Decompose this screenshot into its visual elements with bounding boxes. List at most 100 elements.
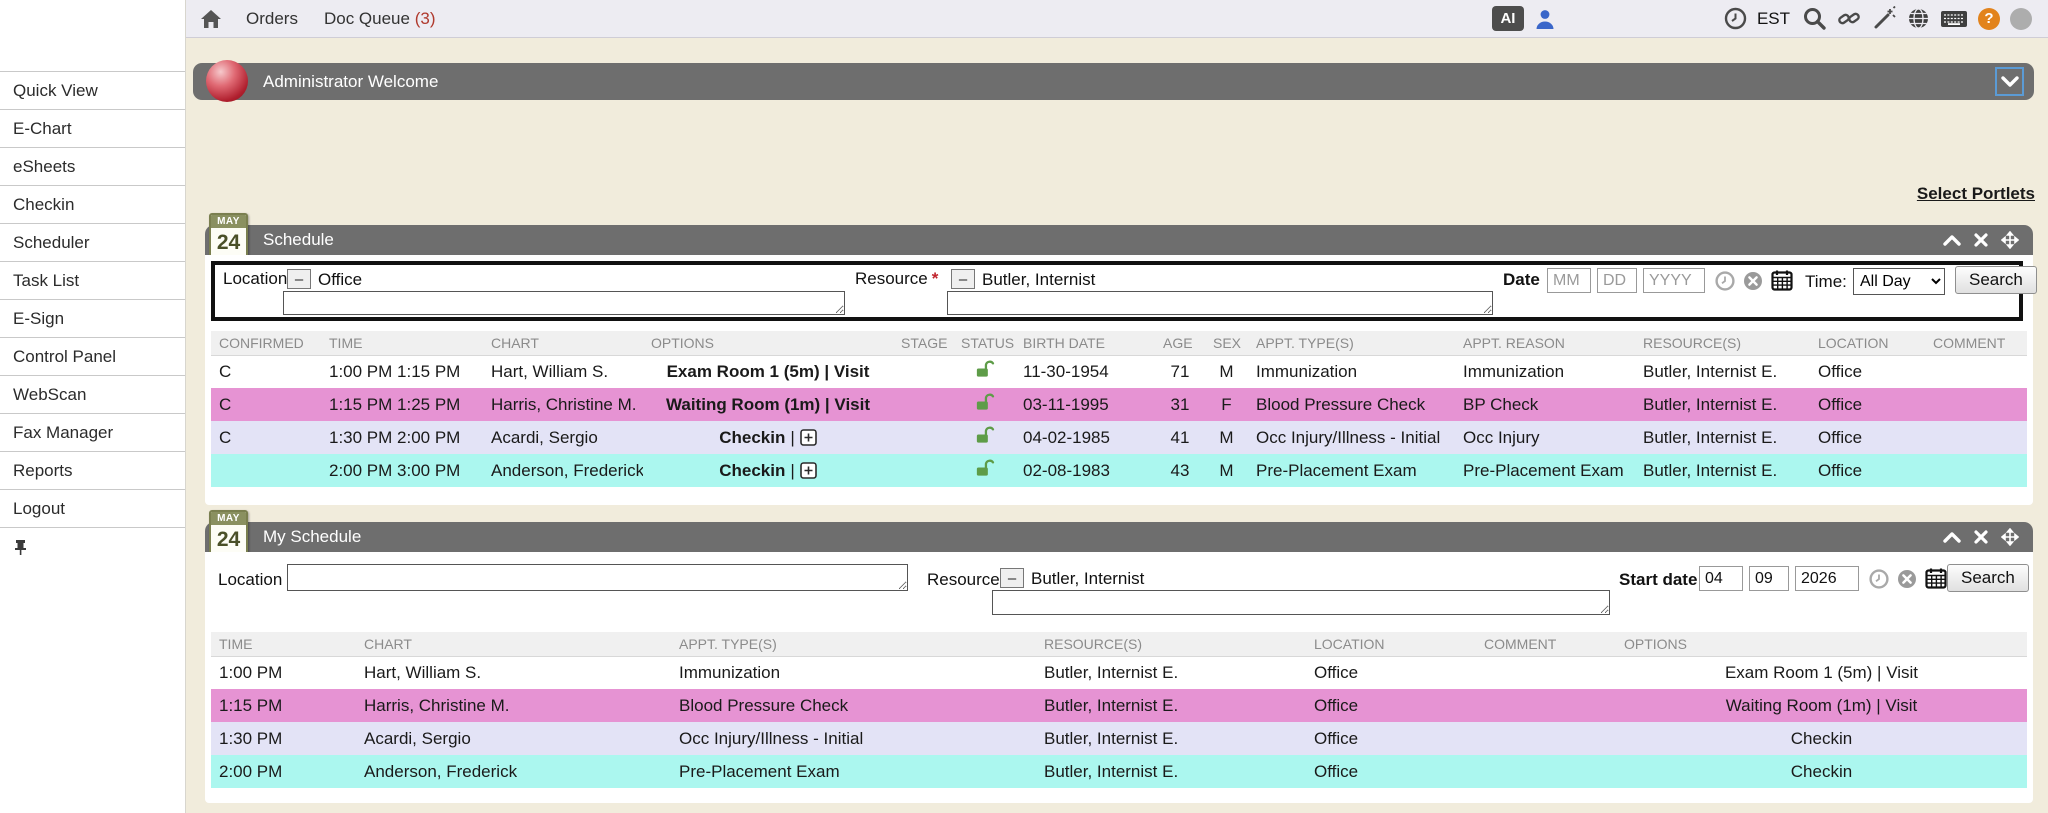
resource-selected-value: Butler, Internist [982,270,1095,290]
sidebar-item-esheets[interactable]: eSheets [0,147,185,185]
ai-badge[interactable]: AI [1492,6,1524,31]
home-icon[interactable] [200,9,222,29]
close-icon[interactable] [1974,233,1988,247]
cell-options[interactable]: Waiting Room (1m) | Visit [1616,689,2027,722]
select-portlets-link[interactable]: Select Portlets [1917,184,2035,204]
move-icon[interactable] [2001,231,2019,249]
resource-collapse-button[interactable]: – [951,269,975,289]
link-icon[interactable] [1837,6,1862,31]
search-icon[interactable] [1802,6,1827,31]
start-date-month-input[interactable] [1699,566,1743,591]
cell-resources: Butler, Internist E. [1036,656,1306,689]
wand-icon[interactable] [1872,6,1897,31]
add-icon[interactable] [800,462,817,479]
location-label: Location [223,269,287,289]
appointment-option-link[interactable]: Checkin [1791,762,1852,781]
date-label: Date [1503,270,1540,290]
user-icon[interactable] [1534,8,1556,30]
banner-collapse-button[interactable] [1995,67,2024,96]
schedule-search-button[interactable]: Search [1955,266,2037,294]
cell-stage [893,355,953,388]
sidebar-item-checkin[interactable]: Checkin [0,185,185,223]
sidebar-item-task-list[interactable]: Task List [0,261,185,299]
cell-options[interactable]: Exam Room 1 (5m) | Visit [643,355,893,388]
time-select[interactable]: All Day [1853,268,1945,295]
time-picker-icon[interactable] [1869,569,1889,592]
move-icon[interactable] [2001,528,2019,546]
add-icon[interactable] [800,429,817,446]
cell-resources: Butler, Internist E. [1036,755,1306,788]
cell-options[interactable]: Checkin| [643,421,893,454]
start-date-year-input[interactable] [1795,566,1859,591]
start-date-day-input[interactable] [1749,566,1789,591]
nav-doc-queue[interactable]: Doc Queue (3) [324,9,436,29]
appointment-option-link[interactable]: Waiting Room (1m) | Visit [666,395,870,414]
appointment-option-link[interactable]: Waiting Room (1m) | Visit [1726,696,1917,715]
cell-status [953,355,1015,388]
sidebar-item-logout[interactable]: Logout [0,489,185,527]
sidebar-item-fax-manager[interactable]: Fax Manager [0,413,185,451]
appointment-option-link[interactable]: Checkin [719,428,785,447]
globe-icon[interactable] [1907,7,1930,30]
status-circle-icon[interactable] [2010,8,2032,30]
cell-sex: M [1205,454,1248,487]
column-header: LOCATION [1306,632,1476,656]
sidebar-item-e-chart[interactable]: E-Chart [0,109,185,147]
appointment-option-link[interactable]: Checkin [1791,729,1852,748]
cell-appt-types: Blood Pressure Check [671,689,1036,722]
keyboard-icon[interactable] [1940,9,1968,29]
date-year-input[interactable] [1643,268,1705,293]
calendar-picker-icon[interactable] [1925,567,1947,592]
appointment-option-link[interactable]: Checkin [719,461,785,480]
cell-comment [1476,722,1616,755]
date-day-input[interactable] [1597,268,1637,293]
date-month-input[interactable] [1547,268,1591,293]
location-search-input[interactable] [283,291,845,315]
cell-options[interactable]: Checkin [1616,722,2027,755]
cell-location: Office [1810,421,1925,454]
table-row: 2:00 PM 3:00 PMAnderson, FrederickChecki… [211,454,2027,487]
pin-icon[interactable] [13,539,28,555]
cell-location: Office [1306,755,1476,788]
sidebar-item-quick-view[interactable]: Quick View [0,71,185,109]
cell-options[interactable]: Waiting Room (1m) | Visit [643,388,893,421]
location-search-input[interactable] [287,564,908,591]
cell-options[interactable]: Checkin [1616,755,2027,788]
calendar-month: MAY [211,512,246,525]
cell-resources: Butler, Internist E. [1635,454,1810,487]
calendar-picker-icon[interactable] [1771,269,1793,294]
sidebar-item-reports[interactable]: Reports [0,451,185,489]
clear-date-icon[interactable] [1897,569,1917,592]
my-schedule-search-button[interactable]: Search [1947,564,2029,592]
resource-collapse-button[interactable]: – [1000,568,1024,588]
cell-stage [893,388,953,421]
sidebar-item-scheduler[interactable]: Scheduler [0,223,185,261]
nav-orders[interactable]: Orders [246,9,298,29]
sidebar-item-control-panel[interactable]: Control Panel [0,337,185,375]
appointment-option-link[interactable]: Exam Room 1 (5m) | Visit [667,362,870,381]
resource-search-input[interactable] [947,291,1493,315]
cell-options[interactable]: Exam Room 1 (5m) | Visit [1616,656,2027,689]
cell-status [953,421,1015,454]
close-icon[interactable] [1974,530,1988,544]
table-row: 1:15 PMHarris, Christine M.Blood Pressur… [211,689,2027,722]
resource-search-input[interactable] [992,590,1610,615]
cell-age: 41 [1155,421,1205,454]
clock-icon[interactable] [1724,7,1747,30]
location-collapse-button[interactable]: – [287,269,311,289]
column-header: TIME [211,632,356,656]
collapse-icon[interactable] [1943,234,1961,246]
time-label: Time: [1805,272,1847,292]
cell-birth-date: 04-02-1985 [1015,421,1155,454]
sidebar-menu: Quick ViewE-CharteSheetsCheckinScheduler… [0,71,185,527]
sidebar-item-e-sign[interactable]: E-Sign [0,299,185,337]
sidebar-item-webscan[interactable]: WebScan [0,375,185,413]
appointment-option-link[interactable]: Exam Room 1 (5m) | Visit [1725,663,1918,682]
time-picker-icon[interactable] [1715,271,1735,294]
cell-options[interactable]: Checkin| [643,454,893,487]
clear-date-icon[interactable] [1743,271,1763,294]
cell-age: 43 [1155,454,1205,487]
calendar-month: MAY [211,215,246,228]
help-icon[interactable]: ? [1978,8,2000,30]
collapse-icon[interactable] [1943,531,1961,543]
